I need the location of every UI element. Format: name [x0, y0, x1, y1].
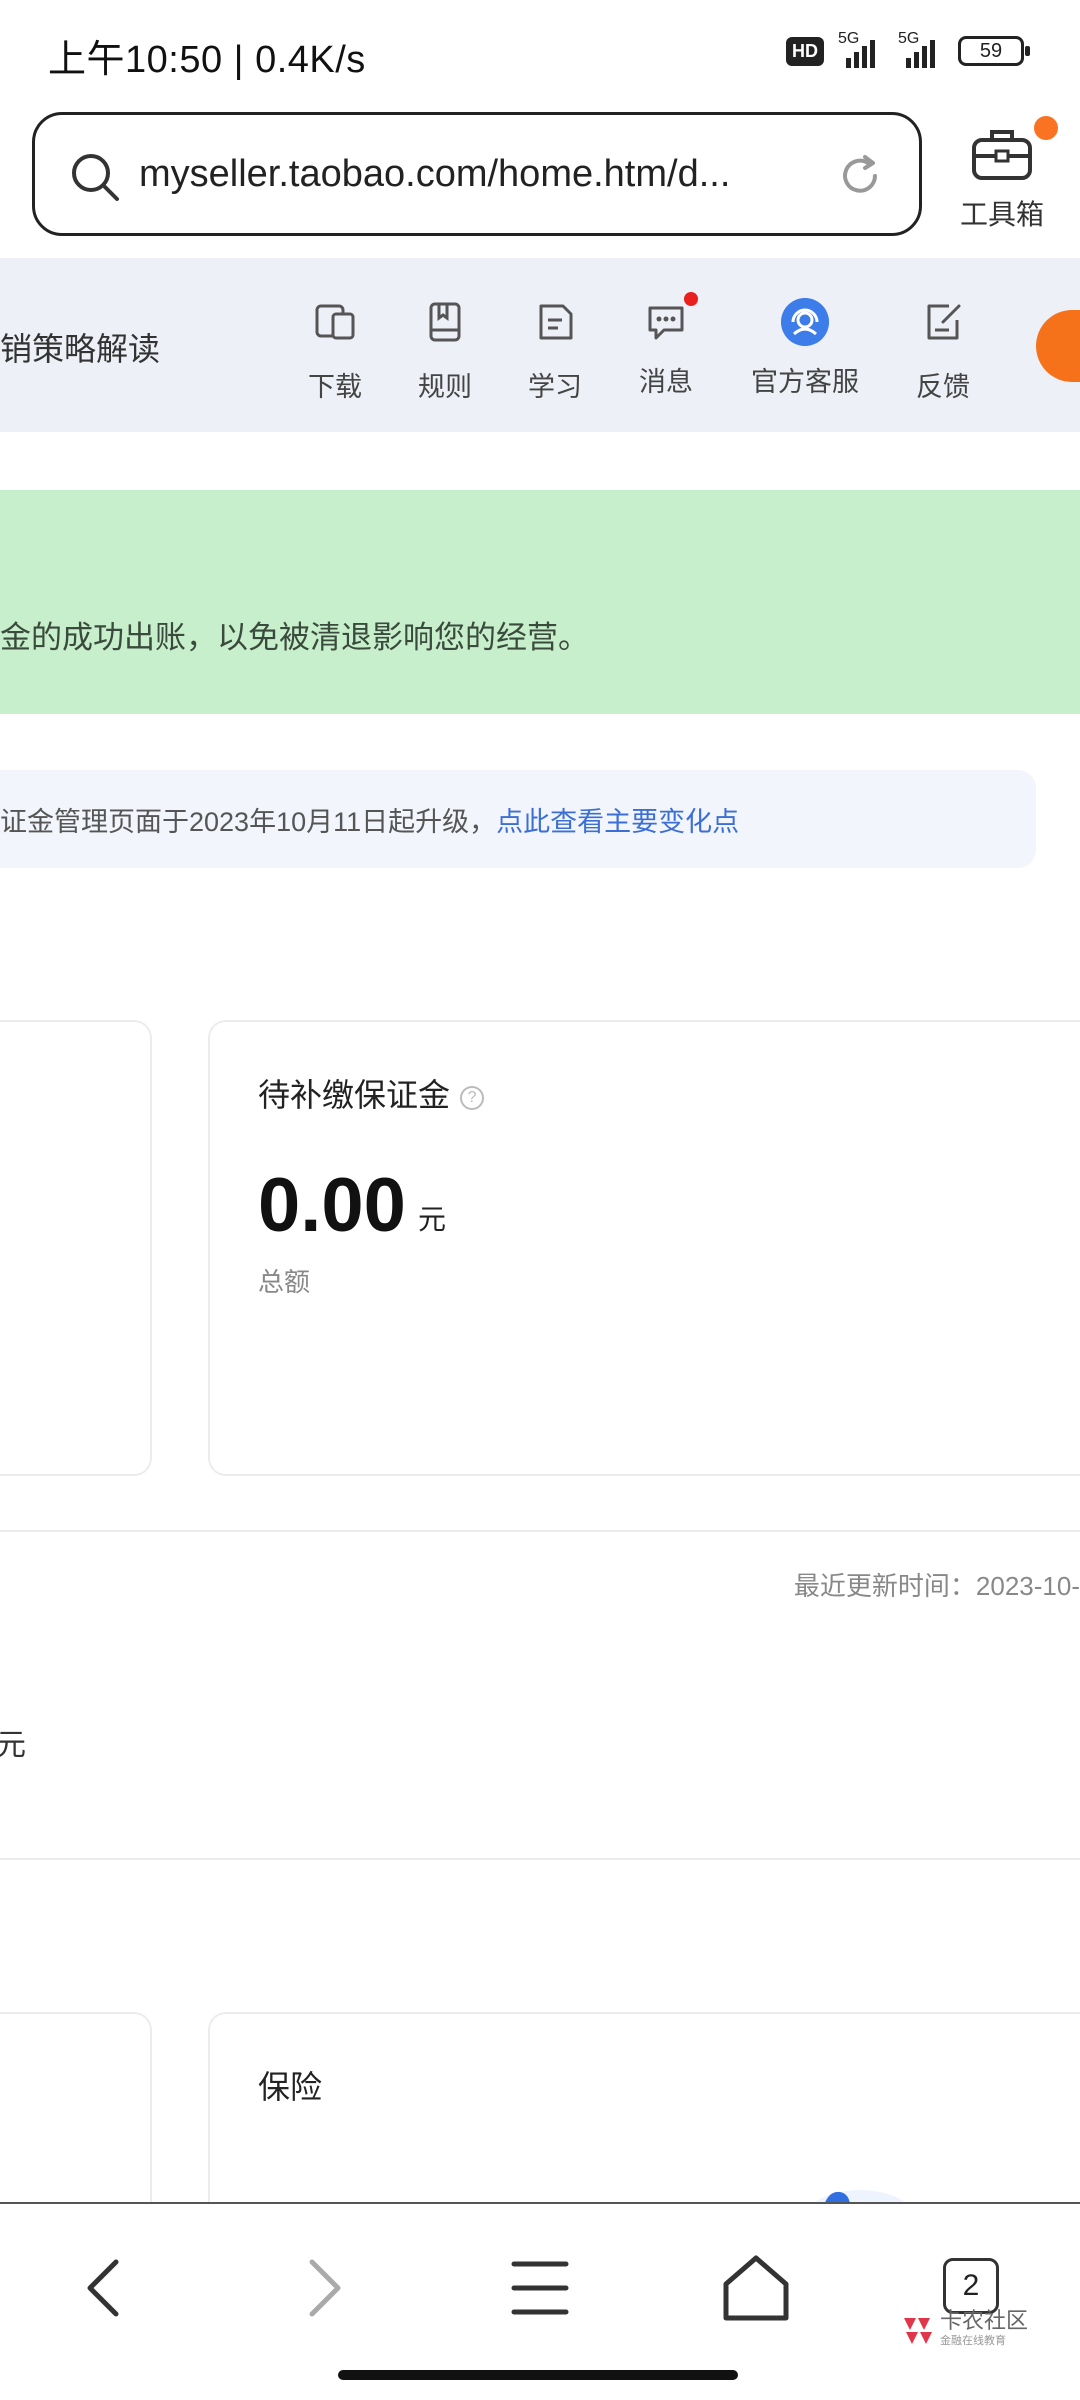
- deposit-card-left: [0, 1020, 152, 1476]
- forward-icon[interactable]: [282, 2248, 362, 2328]
- toolbox-icon: [972, 130, 1032, 180]
- nav-item-rules[interactable]: 规则: [400, 298, 490, 404]
- watermark-sub: 金融在线教育: [940, 2335, 1006, 2347]
- nav-item-download[interactable]: 下载: [290, 298, 380, 404]
- pending-deposit-unit: 元: [418, 1204, 447, 1235]
- notice-banner: 金的成功出账，以免被清退影响您的经营。: [0, 490, 1080, 714]
- strategy-link[interactable]: 销策略解读: [0, 324, 160, 370]
- nav-item-messages[interactable]: 消息: [621, 292, 711, 399]
- nav-item-learn[interactable]: 学习: [510, 298, 600, 404]
- seller-nav-strip: 销策略解读 下载 规则 学习 消息 官方客服 反馈: [0, 258, 1080, 432]
- help-icon[interactable]: ?: [460, 1086, 485, 1110]
- nav-item-feedback[interactable]: 反馈: [898, 298, 988, 404]
- message-unread-dot: [684, 292, 698, 306]
- menu-icon[interactable]: [500, 2248, 580, 2328]
- address-bar[interactable]: myseller.taobao.com/home.htm/d...: [32, 112, 922, 236]
- pending-deposit-card: 待补缴保证金? 0.00 元 总额: [208, 1020, 1080, 1476]
- status-bar: 上午10:50 | 0.4K/s HD 5G 5G 59: [0, 0, 1080, 104]
- tab-count: 2: [943, 2258, 999, 2314]
- back-icon[interactable]: [66, 2248, 146, 2328]
- notice-text: 金的成功出账，以免被清退影响您的经营。: [0, 620, 589, 655]
- customer-service-icon: [781, 298, 829, 346]
- kanong-logo-icon: [904, 2318, 932, 2344]
- toolbox-label: 工具箱: [959, 199, 1044, 230]
- edge-unit-label: 元: [0, 1729, 26, 1762]
- upgrade-info-bar: 证金管理页面于2023年10月11日起升级，点此查看主要变化点: [0, 770, 1036, 868]
- sim1-network-label: 5G: [838, 30, 860, 47]
- nav-item-label: 下载: [308, 372, 362, 402]
- battery-icon: 59: [958, 36, 1030, 66]
- status-icons: HD 5G 5G 59: [786, 30, 1030, 68]
- edit-note-icon: [927, 304, 961, 340]
- status-time-speed: 上午10:50 | 0.4K/s: [48, 39, 366, 81]
- nav-item-label: 规则: [418, 372, 472, 402]
- download-icon: [315, 304, 355, 340]
- reload-icon[interactable]: [835, 151, 885, 201]
- signal-sim2-icon: 5G: [898, 30, 944, 68]
- nav-item-label: 消息: [639, 367, 693, 397]
- nav-item-label: 学习: [528, 372, 582, 402]
- book-icon: [429, 302, 461, 342]
- pending-deposit-amount: 0.00: [258, 1163, 406, 1248]
- home-icon[interactable]: [716, 2248, 796, 2328]
- section-divider: [0, 1858, 1080, 1860]
- hd-voice-icon: HD: [786, 36, 824, 66]
- last-update-time: 最近更新时间：2023-10-: [793, 1571, 1080, 1601]
- nav-item-label: 官方客服: [751, 367, 859, 397]
- watermark: 卡农社区 金融在线教育: [900, 2310, 1028, 2348]
- nav-item-customer-service[interactable]: 官方客服: [745, 298, 865, 399]
- nav-item-label: 反馈: [916, 372, 970, 402]
- document-icon: [539, 304, 573, 340]
- view-changes-link[interactable]: 点此查看主要变化点: [496, 807, 739, 837]
- pending-deposit-sub: 总额: [258, 1267, 311, 1297]
- chat-bubble-icon: [648, 306, 684, 340]
- upgrade-info-text: 证金管理页面于2023年10月11日起升级，: [0, 807, 497, 837]
- section-divider: [0, 1530, 1080, 1532]
- sim2-network-label: 5G: [898, 30, 920, 47]
- signal-sim1-icon: 5G: [838, 30, 884, 68]
- search-icon: [72, 154, 119, 201]
- toolbox-notification-dot: [1034, 116, 1058, 140]
- watermark-name: 卡农社区: [940, 2308, 1029, 2333]
- insurance-title: 保险: [258, 2069, 323, 2105]
- url-text[interactable]: myseller.taobao.com/home.htm/d...: [139, 153, 730, 196]
- home-indicator[interactable]: [338, 2370, 738, 2380]
- pending-deposit-title: 待补缴保证金: [258, 1077, 451, 1113]
